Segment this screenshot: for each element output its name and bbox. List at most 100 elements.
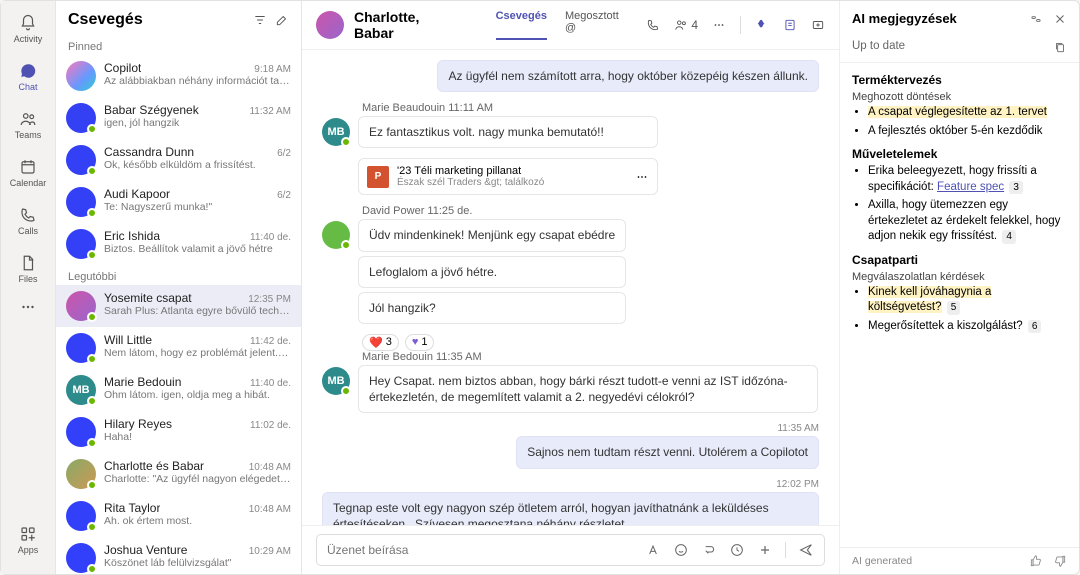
rail-teams[interactable]: Teams [6,103,50,147]
message-bubble[interactable]: Üdv mindenkinek! Menjünk egy csapat ebéd… [358,219,626,251]
copilot-icon[interactable] [755,18,769,32]
more-icon [19,298,37,316]
rail-apps[interactable]: Apps [6,518,50,562]
composer-box[interactable] [316,534,825,566]
chat-row[interactable]: Babar Szégyenek11:32 AMigen, jól hangzik [56,97,301,139]
format-icon[interactable] [645,542,661,558]
message-row: MB Ez fantasztikus volt. nagy munka bemu… [322,116,819,195]
ai-item-text: Kinek kell jóváhagynia a költségvetést? [868,286,991,314]
chat-time: 11:40 de. [250,232,291,243]
copy-icon[interactable] [1053,40,1067,54]
app-rail: Activity Chat Teams Calendar Calls Files [1,1,56,574]
chat-preview: Biztos. Beállítok valamit a jövő hétre [104,243,291,255]
rail-more[interactable] [6,295,50,321]
ai-header: AI megjegyzések [840,1,1079,36]
message-row: Üdv mindenkinek! Menjünk egy csapat ebéd… [322,219,819,324]
call-icon[interactable] [646,18,660,32]
chat-preview: Te: Nagyszerű munka!" [104,201,291,213]
thumbs-down-icon[interactable] [1053,554,1067,568]
chat-row[interactable]: MBMarie Bedouin11:40 de.Ohm látom. igen,… [56,369,301,411]
chat-row[interactable]: Charlotte és Babar10:48 AMCharlotte: "Az… [56,453,301,495]
filter-icon[interactable] [253,13,267,27]
ai-ref-badge[interactable]: 5 [947,301,961,315]
chat-preview: Haha! [104,431,291,443]
chat-row[interactable]: Hilary Reyes11:02 de.Haha! [56,411,301,453]
ai-body[interactable]: Terméktervezés Meghozott döntések A csap… [840,63,1079,547]
more-icon[interactable] [635,170,649,184]
message-bubble[interactable]: Lefoglalom a jövő hétre. [358,256,626,288]
close-icon[interactable] [1053,12,1067,26]
ai-list: Erika beleegyezett, hogy frissíti a spec… [852,164,1067,245]
chat-row[interactable]: Copilot9:18 AMAz alábbiakban néhány info… [56,55,301,97]
ai-list-item: A csapat véglegesítette az 1. tervet [868,105,1067,121]
message-bubble[interactable]: Az ügyfél nem számított arra, hogy októb… [437,60,819,92]
chat-time: 9:18 AM [254,64,291,75]
chat-list-scroll[interactable]: Pinned Copilot9:18 AMAz alábbiakban néhá… [56,35,301,574]
message-bubble[interactable]: Sajnos nem tudtam részt venni. Utolérem … [516,436,819,468]
chat-name: Will Little [104,333,152,347]
rail-files[interactable]: Files [6,247,50,291]
conv-body[interactable]: Az ügyfél nem számított arra, hogy októb… [302,50,839,525]
ai-ref-badge[interactable]: 3 [1009,181,1023,195]
thumbs-up-icon[interactable] [1029,554,1043,568]
chat-row[interactable]: Eric Ishida11:40 de.Biztos. Beállítok va… [56,223,301,265]
reaction-love[interactable]: ♥1 [405,334,435,351]
message-bubble[interactable]: Tegnap este volt egy nagyon szép ötletem… [322,492,819,526]
ai-notes-pane: AI megjegyzések Up to date Terméktervezé… [839,1,1079,574]
more-icon[interactable] [712,18,726,32]
ai-uptodate: Up to date [852,40,905,54]
ai-list-item: Erika beleegyezett, hogy frissíti a spec… [868,164,1067,195]
message-time: 11:35 AM [322,423,819,434]
emoji-icon[interactable] [673,542,689,558]
chat-row[interactable]: Audi Kapoor6/2Te: Nagyszerű munka!" [56,181,301,223]
composer-input[interactable] [327,543,645,557]
ai-list: A csapat véglegesítette az 1. tervet A f… [852,105,1067,139]
avatar [66,543,96,573]
message-bubble[interactable]: Hey Csapat. nem biztos abban, hogy bárki… [358,365,818,413]
add-tab-icon[interactable] [811,18,825,32]
avatar: MB [322,367,350,395]
add-icon[interactable] [757,542,773,558]
ai-ref-badge[interactable]: 6 [1028,320,1042,334]
rail-calendar[interactable]: Calendar [6,151,50,195]
participants-button[interactable]: 4 [674,18,698,32]
rail-chat[interactable]: Chat [6,55,50,99]
notes-icon[interactable] [783,18,797,32]
chat-list: Csevegés Pinned Copilot9:18 AMAz alábbia… [56,1,302,574]
heart-icon: ❤️ [369,336,383,349]
message-bubble[interactable]: Ez fantasztikus volt. nagy munka bemutat… [358,116,658,148]
tab-chat[interactable]: Csevegés [496,10,547,40]
rail-calls[interactable]: Calls [6,199,50,243]
ai-ref-badge[interactable]: 4 [1002,230,1016,244]
chat-name: Rita Taylor [104,501,160,515]
chat-row[interactable]: Rita Taylor10:48 AMAh. ok értem most. [56,495,301,537]
chat-time: 12:35 PM [248,294,291,305]
compose-icon[interactable] [275,13,289,27]
chat-preview: Ah. ok értem most. [104,515,291,527]
chat-row[interactable]: Cassandra Dunn6/2Ok, később elküldöm a f… [56,139,301,181]
chat-list-title: Csevegés [68,11,143,29]
bell-icon [19,14,37,32]
loop-icon[interactable] [701,542,717,558]
chat-row[interactable]: Joshua Venture10:29 AMKöszönet láb felül… [56,537,301,574]
chat-row[interactable]: Yosemite csapat12:35 PMSarah Plus: Atlan… [56,285,301,327]
chat-preview: Az alábbiakban néhány információt talál,… [104,75,291,87]
rail-activity[interactable]: Activity [6,7,50,51]
divider [785,542,786,558]
message-row: MB Hey Csapat. nem biztos abban, hogy bá… [322,365,819,413]
conv-avatar [316,11,344,39]
people-icon [674,18,688,32]
attachment-card[interactable]: P '23 Téli marketing pillanat Észak szél… [358,158,658,195]
conv-title-group: Charlotte, Babar [354,9,458,41]
message-bubble[interactable]: Jól hangzik? [358,292,626,324]
actions-icon[interactable] [729,542,745,558]
tab-shared[interactable]: Megosztott @ [565,10,626,40]
ai-list-item: Megerősítettek a kiszolgálást? 6 [868,319,1067,335]
rail-label: Chat [18,82,37,92]
ai-item-text: Axilla, hogy ütemezzen egy értekezletet … [868,199,1060,242]
reaction-heart[interactable]: ❤️3 [362,334,399,351]
send-icon[interactable] [798,542,814,558]
settings-icon[interactable] [1029,12,1043,26]
ai-feature-spec-link[interactable]: Feature spec [937,181,1004,193]
chat-row[interactable]: Will Little11:42 de.Nem látom, hogy ez p… [56,327,301,369]
